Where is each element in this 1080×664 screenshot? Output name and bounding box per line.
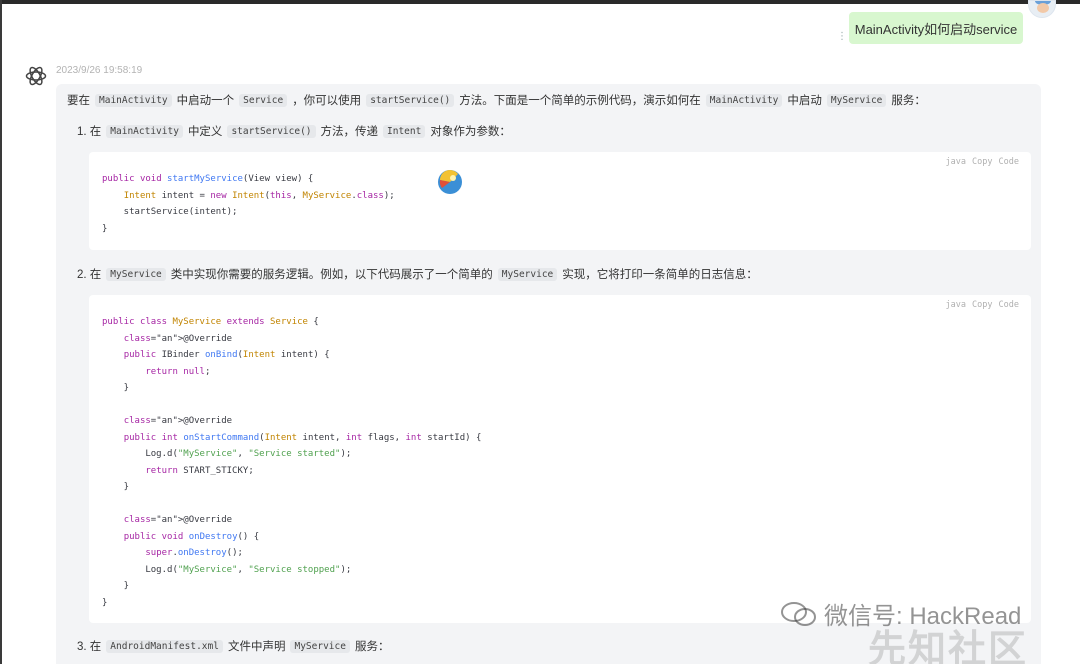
inline-code: MainActivity — [95, 93, 172, 107]
code-line: class="an">@Override — [123, 515, 233, 525]
code-line: Log.d("MyService", "Service started"); — [102, 449, 352, 459]
code-line: } — [102, 223, 108, 234]
code-line: public void onDestroy() { — [123, 531, 260, 542]
inline-code: MainActivity — [705, 93, 783, 107]
wechat-icon — [781, 601, 816, 626]
code-toolbar: java Copy Code — [946, 157, 1019, 167]
code-line: Log.d("MyService", "Service stopped"); — [102, 564, 352, 575]
step-2-text: 2. 在 MyService 类中实现你需要的服务逻辑。例如，以下代码展示了一个… — [77, 267, 758, 281]
user-message-bubble: MainActivity如何启动service — [849, 12, 1023, 44]
code-line: return START_STICKY; — [145, 465, 254, 476]
code-line: public IBinder onBind(Intent intent) { — [123, 350, 330, 360]
user-avatar — [1028, 0, 1056, 18]
code-content: public class MyService extends Service {… — [102, 314, 481, 611]
code-language-label: java — [945, 300, 967, 310]
code-line: public class MyService extends Service { — [102, 317, 319, 327]
inline-code: MyService — [106, 267, 166, 281]
code-line: } — [102, 597, 108, 608]
inline-code: MyService — [826, 93, 887, 107]
code-line: startService(intent); — [102, 207, 238, 217]
intro-paragraph: 要在 MainActivity 中启动一个 Service ，你可以使用 sta… — [67, 93, 926, 107]
code-content: public void startMyService(View view) { … — [102, 171, 395, 237]
code-line: return null; — [145, 366, 211, 377]
copy-code-button[interactable]: Copy — [972, 300, 992, 310]
message-menu-icon[interactable]: ⋮ — [837, 32, 847, 42]
code-line: class="an">@Override — [123, 416, 233, 426]
openai-logo-icon — [25, 66, 47, 86]
inline-code: Intent — [383, 124, 426, 138]
code-label: Code — [998, 300, 1019, 310]
code-line: Intent intent = new Intent(this, MyServi… — [123, 190, 395, 201]
code-line: } — [102, 383, 130, 393]
inline-code: startService() — [366, 93, 455, 107]
code-block-1: java Copy Code public void startMyServic… — [89, 152, 1031, 250]
code-line: super.onDestroy(); — [145, 548, 243, 558]
assistant-response: 要在 MainActivity 中启动一个 Service ，你可以使用 sta… — [56, 84, 1041, 664]
inline-code: MainActivity — [106, 124, 183, 138]
message-timestamp: 2023/9/26 19:58:19 — [56, 65, 143, 76]
copy-code-button[interactable]: Copy — [972, 157, 992, 167]
code-label: Code — [998, 157, 1019, 167]
code-toolbar: java Copy Code — [946, 300, 1019, 310]
inline-code: AndroidManifest.xml — [106, 639, 223, 653]
inline-code: MyService — [290, 639, 350, 653]
code-line: class="an">@Override — [123, 333, 233, 344]
inline-code: Service — [239, 93, 288, 107]
top-bar — [0, 0, 1080, 4]
inline-code: MyService — [497, 267, 558, 281]
code-line: } — [102, 482, 130, 492]
code-language-label: java — [945, 157, 967, 167]
code-block-2: java Copy Code public class MyService ex… — [89, 295, 1031, 623]
left-border — [0, 0, 2, 664]
step-1-text: 1. 在 MainActivity 中定义 startService() 方法，… — [77, 124, 511, 138]
code-line: public int onStartCommand(Intent intent,… — [123, 432, 482, 443]
sticker-icon — [438, 170, 462, 194]
code-line: } — [102, 581, 130, 591]
step-3-text: 3. 在 AndroidManifest.xml 文件中声明 MyService… — [77, 639, 390, 653]
site-watermark: 先知社区 — [868, 627, 1029, 664]
code-line: public void startMyService(View view) { — [102, 174, 314, 184]
inline-code: startService() — [227, 124, 316, 138]
